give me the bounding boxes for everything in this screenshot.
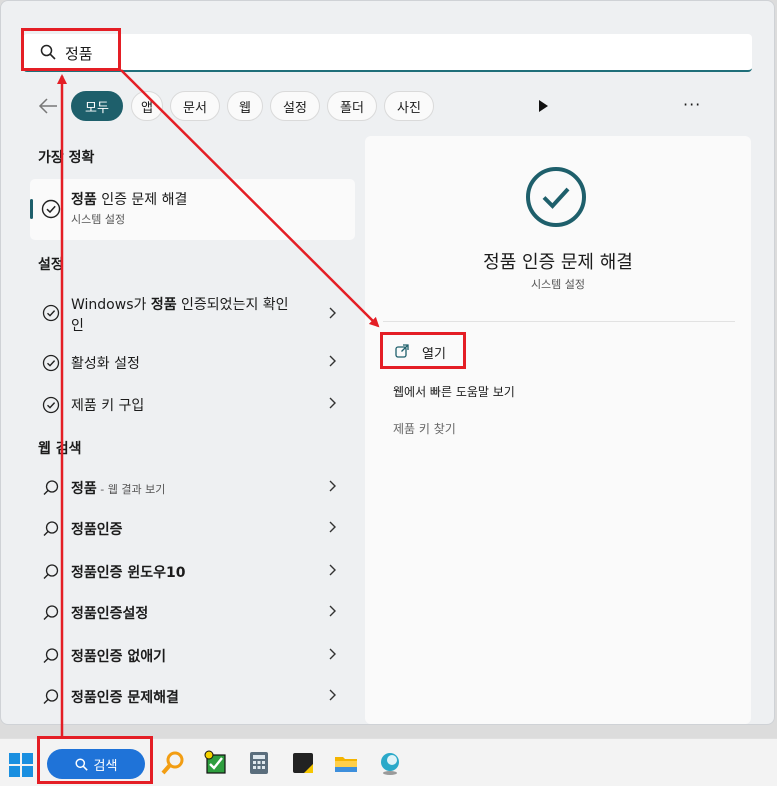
settings-item-label: 활성화 설정 xyxy=(71,356,140,372)
selection-indicator xyxy=(30,199,33,219)
settings-heading: 설정 xyxy=(38,257,64,273)
check-circle-icon xyxy=(42,396,60,414)
chevron-right-icon xyxy=(329,307,336,319)
web-result-item[interactable]: 정품인증 문제해결 xyxy=(30,678,355,716)
tab-all[interactable]: 모두 xyxy=(71,91,123,121)
web-result-label: 정품 - 웹 결과 보기 xyxy=(71,481,166,497)
play-icon[interactable] xyxy=(539,100,548,112)
sticky-notes-app-icon[interactable] xyxy=(290,750,316,776)
check-circle-icon xyxy=(42,354,60,372)
browser-app-icon[interactable] xyxy=(377,750,403,776)
search-input[interactable]: 정품 xyxy=(23,34,752,72)
search-icon xyxy=(43,564,59,579)
chevron-right-icon xyxy=(329,521,336,533)
search-icon xyxy=(43,521,59,536)
web-result-item[interactable]: 정품인증 없애기 xyxy=(30,637,355,675)
web-result-label: 정품인증설정 xyxy=(71,606,149,622)
annotation-highlight-open xyxy=(380,332,466,369)
best-match-title: 정품 인증 문제 해결 xyxy=(71,192,188,208)
best-match-item[interactable]: 정품 인증 문제 해결 시스템 설정 xyxy=(30,179,355,240)
web-result-label: 정품인증 윈도우10 xyxy=(71,565,186,581)
search-icon xyxy=(43,648,59,663)
tab-apps[interactable]: 앱 xyxy=(131,91,163,121)
check-circle-icon xyxy=(41,199,61,219)
settings-item-activation[interactable]: 활성화 설정 xyxy=(30,344,355,382)
divider xyxy=(383,321,735,322)
filter-bar: 모두 앱 문서 웹 설정 폴더 사진 ··· xyxy=(37,91,752,121)
settings-item-label: Windows가 정품 인증되었는지 확인 xyxy=(71,297,289,313)
search-icon xyxy=(43,480,59,495)
web-result-item[interactable]: 정품인증설정 xyxy=(30,594,355,632)
tab-photos[interactable]: 사진 xyxy=(384,91,434,121)
web-result-item[interactable]: 정품 - 웹 결과 보기 xyxy=(30,469,355,507)
find-product-key-link[interactable]: 제품 키 찾기 xyxy=(393,420,456,437)
web-quick-help-link[interactable]: 웹에서 빠른 도움말 보기 xyxy=(393,383,515,400)
check-circle-icon xyxy=(526,167,586,227)
windows-start-icon[interactable] xyxy=(9,753,33,777)
web-result-label: 정품인증 xyxy=(71,522,123,538)
chevron-right-icon xyxy=(329,564,336,576)
detail-pane: 정품 인증 문제 해결 시스템 설정 열기 웹에서 빠른 도움말 보기 제품 키… xyxy=(365,136,751,724)
web-search-heading: 웹 검색 xyxy=(38,441,82,457)
calculator-app-icon[interactable] xyxy=(246,750,272,776)
settings-item-check-activation[interactable]: Windows가 정품 인증되었는지 확인 인 xyxy=(30,291,355,339)
settings-item-label: 제품 키 구입 xyxy=(71,398,145,414)
chevron-right-icon xyxy=(329,355,336,367)
chevron-right-icon xyxy=(329,480,336,492)
search-icon xyxy=(43,689,59,704)
tab-web[interactable]: 웹 xyxy=(227,91,263,121)
back-arrow-icon[interactable] xyxy=(37,95,59,117)
web-result-label: 정품인증 문제해결 xyxy=(71,690,179,706)
annotation-highlight-taskbar-search xyxy=(37,736,153,784)
settings-item-label-wrap: 인 xyxy=(71,318,84,334)
chevron-right-icon xyxy=(329,689,336,701)
web-result-item[interactable]: 정품인증 xyxy=(30,510,355,548)
best-match-subtitle: 시스템 설정 xyxy=(71,213,126,226)
chevron-right-icon xyxy=(329,605,336,617)
tab-settings[interactable]: 설정 xyxy=(270,91,320,121)
magnifier-app-icon[interactable] xyxy=(160,750,186,776)
best-match-heading: 가장 정확 xyxy=(38,150,95,166)
chevron-right-icon xyxy=(329,648,336,660)
chevron-right-icon xyxy=(329,397,336,409)
checklist-app-icon[interactable] xyxy=(202,750,228,776)
folder-app-icon[interactable] xyxy=(333,750,359,776)
tab-documents[interactable]: 문서 xyxy=(170,91,220,121)
tab-folders[interactable]: 폴더 xyxy=(327,91,377,121)
search-icon xyxy=(43,605,59,620)
web-result-label: 정품인증 없애기 xyxy=(71,649,167,665)
web-result-item[interactable]: 정품인증 윈도우10 xyxy=(30,553,355,591)
check-circle-icon xyxy=(42,304,60,322)
detail-subtitle: 시스템 설정 xyxy=(530,278,586,291)
more-options-icon[interactable]: ··· xyxy=(683,95,701,114)
detail-title: 정품 인증 문제 해결 xyxy=(483,252,633,273)
settings-item-buy-key[interactable]: 제품 키 구입 xyxy=(30,386,355,424)
annotation-highlight-search xyxy=(21,28,121,71)
